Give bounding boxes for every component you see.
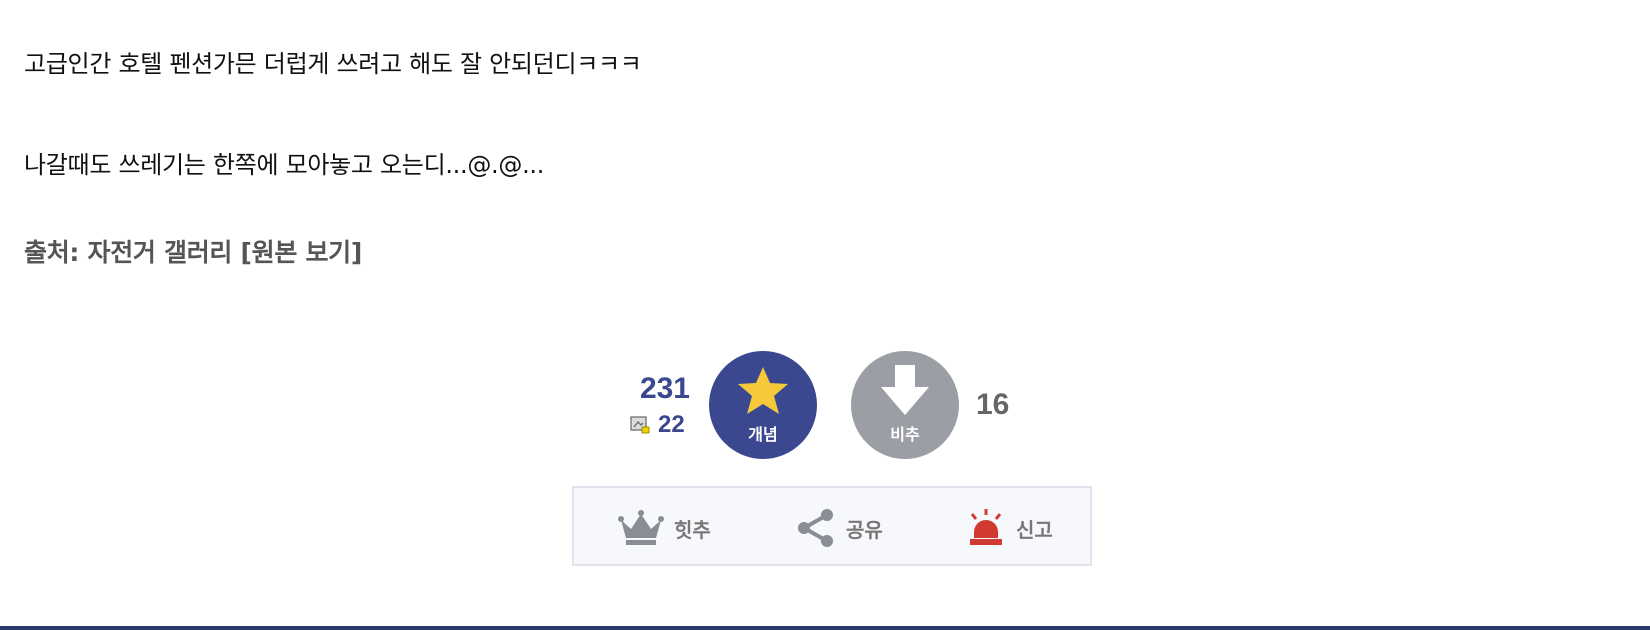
hit-recommend-button[interactable]: 힛추 xyxy=(618,508,711,548)
report-label: 신고 xyxy=(1016,517,1053,542)
siren-icon xyxy=(970,509,1002,545)
upvote-label: 개념 xyxy=(748,425,778,444)
post-text-line-1: 고급인간 호텔 펜션가믄 더럽게 쓰려고 해도 잘 안되던디ㅋㅋㅋ xyxy=(24,50,642,78)
downvote-count: 16 xyxy=(976,388,1010,421)
arrow-down-icon xyxy=(881,365,929,415)
post-text-line-2: 나갈때도 쓰레기는 한쪽에 모아놓고 오는디...@.@... xyxy=(24,151,545,179)
downvote-label: 비추 xyxy=(890,425,920,444)
crown-icon xyxy=(618,510,664,545)
upvote-count: 231 xyxy=(639,372,690,405)
report-button[interactable]: 신고 xyxy=(966,508,1053,548)
vote-section: 231 22 개념 비추 16 xyxy=(0,350,1650,460)
share-label: 공유 xyxy=(846,517,883,542)
hit-recommend-label: 힛추 xyxy=(674,517,711,542)
upvote-button[interactable]: 개념 xyxy=(709,351,817,459)
post-source: 출처: 자전거 갤러리 [원본 보기] xyxy=(24,233,362,269)
fix-count-row: 22 xyxy=(630,411,685,438)
view-original-link[interactable]: [원본 보기] xyxy=(241,238,363,267)
share-button[interactable]: 공유 xyxy=(796,508,883,548)
fix-count: 22 xyxy=(658,411,685,438)
source-prefix: 출처: 자전거 갤러리 xyxy=(24,238,241,267)
star-icon xyxy=(738,367,788,414)
downvote-button[interactable]: 비추 xyxy=(851,351,959,459)
post-actions-box: 힛추 공유 신고 xyxy=(572,486,1092,566)
fixed-user-icon xyxy=(630,416,650,434)
bottom-divider xyxy=(0,626,1650,630)
share-icon xyxy=(798,509,833,547)
